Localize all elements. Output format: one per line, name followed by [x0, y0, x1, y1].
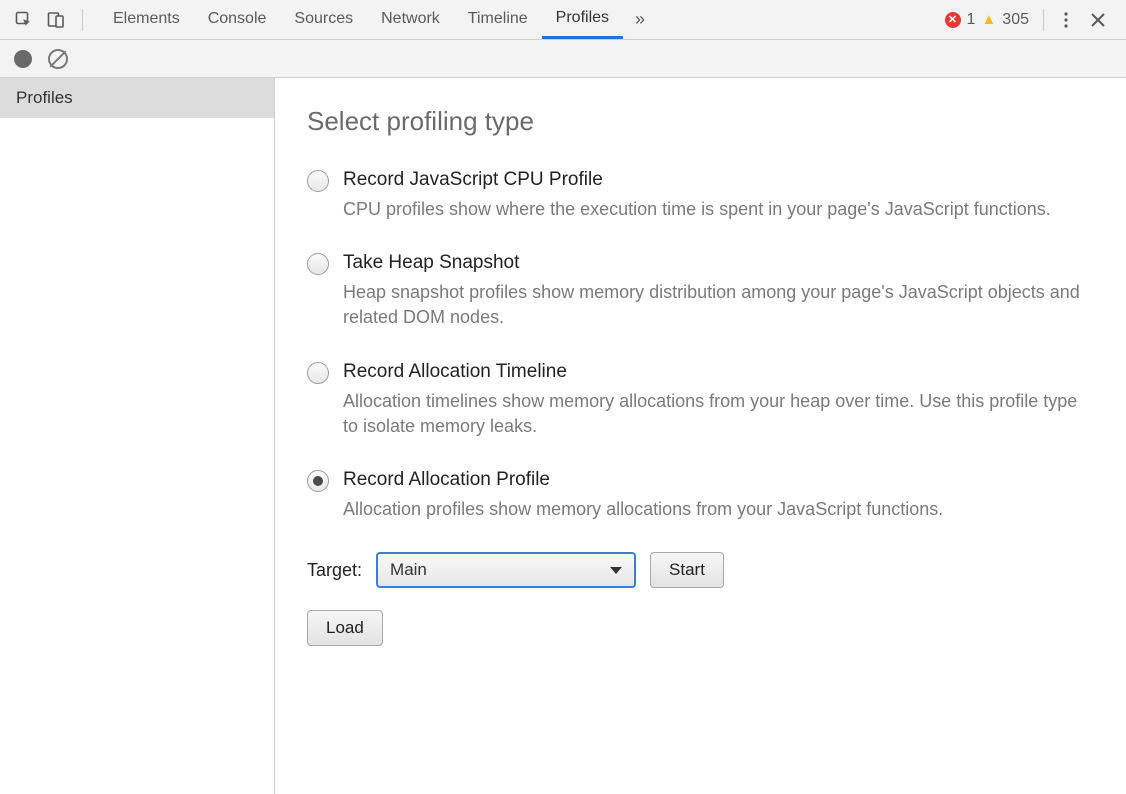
- devtools-tabs: Elements Console Sources Network Timelin…: [99, 0, 657, 39]
- tab-profiles[interactable]: Profiles: [542, 0, 623, 39]
- error-count: 1: [967, 11, 976, 29]
- radio-cpu-profile[interactable]: [307, 170, 329, 192]
- chevron-down-icon: [610, 567, 622, 574]
- option-allocation-profile[interactable]: Record Allocation Profile Allocation pro…: [307, 469, 1094, 522]
- tab-elements[interactable]: Elements: [99, 0, 194, 39]
- toolbar-divider: [82, 9, 83, 31]
- console-status[interactable]: ✕ 1 ▲ 305: [945, 11, 1029, 29]
- option-desc: Allocation profiles show memory allocati…: [343, 497, 1083, 522]
- page-title: Select profiling type: [307, 106, 1094, 137]
- inspect-element-icon[interactable]: [10, 6, 38, 34]
- sidebar-item-profiles[interactable]: Profiles: [0, 78, 274, 118]
- option-title: Record Allocation Profile: [343, 469, 1094, 491]
- more-tabs-icon[interactable]: »: [623, 0, 657, 39]
- target-value: Main: [390, 560, 427, 580]
- clear-button[interactable]: [48, 49, 68, 69]
- close-devtools-icon[interactable]: [1084, 6, 1112, 34]
- option-title: Record JavaScript CPU Profile: [343, 169, 1094, 191]
- warning-count: 305: [1002, 11, 1029, 29]
- target-row: Target: Main Start: [307, 552, 1094, 588]
- start-button[interactable]: Start: [650, 552, 724, 588]
- tab-console[interactable]: Console: [194, 0, 281, 39]
- tab-network[interactable]: Network: [367, 0, 454, 39]
- devtools-toolbar: Elements Console Sources Network Timelin…: [0, 0, 1126, 40]
- option-cpu-profile[interactable]: Record JavaScript CPU Profile CPU profil…: [307, 169, 1094, 222]
- option-allocation-timeline[interactable]: Record Allocation Timeline Allocation ti…: [307, 361, 1094, 439]
- option-title: Record Allocation Timeline: [343, 361, 1094, 383]
- option-desc: CPU profiles show where the execution ti…: [343, 197, 1083, 222]
- option-title: Take Heap Snapshot: [343, 252, 1094, 274]
- profiles-body: Profiles Select profiling type Record Ja…: [0, 78, 1126, 794]
- target-label: Target:: [307, 560, 362, 581]
- option-desc: Heap snapshot profiles show memory distr…: [343, 280, 1083, 330]
- toolbar-divider: [1043, 9, 1044, 31]
- load-button[interactable]: Load: [307, 610, 383, 646]
- error-icon: ✕: [945, 12, 961, 28]
- profiles-sidebar: Profiles: [0, 78, 275, 794]
- target-select[interactable]: Main: [376, 552, 636, 588]
- profiles-toolbar: [0, 40, 1126, 78]
- profiles-main: Select profiling type Record JavaScript …: [275, 78, 1126, 794]
- device-mode-icon[interactable]: [42, 6, 70, 34]
- radio-allocation-timeline[interactable]: [307, 362, 329, 384]
- record-button[interactable]: [14, 50, 32, 68]
- radio-heap-snapshot[interactable]: [307, 253, 329, 275]
- tab-sources[interactable]: Sources: [280, 0, 367, 39]
- warning-icon: ▲: [981, 11, 996, 28]
- option-desc: Allocation timelines show memory allocat…: [343, 389, 1083, 439]
- tab-timeline[interactable]: Timeline: [454, 0, 542, 39]
- kebab-menu-icon[interactable]: [1052, 6, 1080, 34]
- radio-allocation-profile[interactable]: [307, 470, 329, 492]
- option-heap-snapshot[interactable]: Take Heap Snapshot Heap snapshot profile…: [307, 252, 1094, 330]
